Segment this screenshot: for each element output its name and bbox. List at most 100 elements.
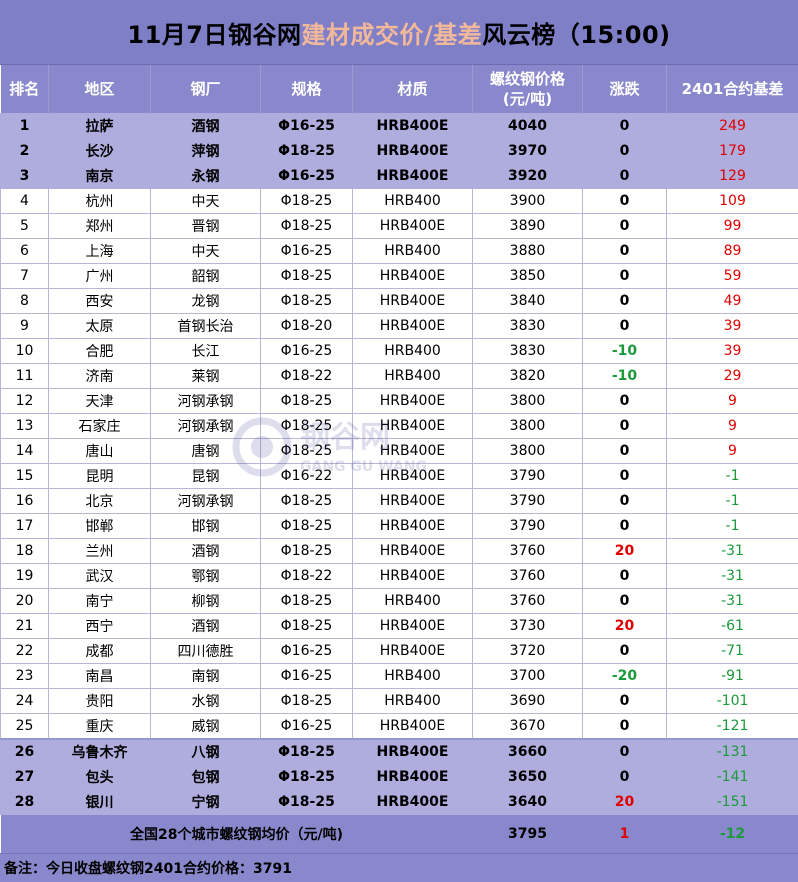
cell-spec: Φ18-25	[261, 689, 353, 714]
header-price: 螺纹钢价格 (元/吨)	[473, 65, 583, 114]
cell-grade: HRB400E	[353, 739, 473, 765]
cell-basis: 9	[667, 389, 798, 414]
title-highlight: 建材成交价/基差	[301, 15, 482, 50]
cell-price: 3800	[473, 439, 583, 464]
cell-region: 南宁	[49, 589, 151, 614]
cell-spec: Φ18-25	[261, 614, 353, 639]
cell-region: 天津	[49, 389, 151, 414]
cell-grade: HRB400E	[353, 264, 473, 289]
cell-mill: 宁钢	[151, 790, 261, 815]
cell-basis: 59	[667, 264, 798, 289]
cell-change: 0	[583, 689, 667, 714]
cell-spec: Φ18-25	[261, 264, 353, 289]
cell-basis: 109	[667, 189, 798, 214]
table-row: 14唐山唐钢Φ18-25HRB400E380009	[1, 439, 798, 464]
cell-basis: 129	[667, 164, 798, 189]
cell-mill: 八钢	[151, 739, 261, 765]
cell-basis: 9	[667, 439, 798, 464]
cell-region: 邯郸	[49, 514, 151, 539]
cell-region: 石家庄	[49, 414, 151, 439]
cell-grade: HRB400E	[353, 389, 473, 414]
cell-region: 太原	[49, 314, 151, 339]
ranking-page: 11月7日钢谷网建材成交价/基差风云榜（15:00) 排名 地区 钢厂 规格 材…	[0, 0, 798, 881]
cell-spec: Φ18-22	[261, 564, 353, 589]
cell-change: 0	[583, 639, 667, 664]
cell-basis: 179	[667, 139, 798, 164]
table-row: 8西安龙钢Φ18-25HRB400E3840049	[1, 289, 798, 314]
table-row: 7广州韶钢Φ18-25HRB400E3850059	[1, 264, 798, 289]
cell-region: 银川	[49, 790, 151, 815]
table-row: 23南昌南钢Φ16-25HRB4003700-20-91	[1, 664, 798, 689]
cell-price: 3830	[473, 314, 583, 339]
cell-mill: 四川德胜	[151, 639, 261, 664]
cell-price: 3920	[473, 164, 583, 189]
cell-grade: HRB400E	[353, 314, 473, 339]
cell-rank: 28	[1, 790, 49, 815]
cell-spec: Φ18-25	[261, 289, 353, 314]
cell-region: 长沙	[49, 139, 151, 164]
table-row: 5郑州晋钢Φ18-25HRB400E3890099	[1, 214, 798, 239]
cell-rank: 12	[1, 389, 49, 414]
cell-rank: 24	[1, 689, 49, 714]
cell-change: 0	[583, 414, 667, 439]
cell-change: 0	[583, 114, 667, 139]
cell-basis: -121	[667, 714, 798, 740]
cell-grade: HRB400	[353, 664, 473, 689]
table-row: 2长沙萍钢Φ18-25HRB400E39700179	[1, 139, 798, 164]
cell-mill: 鄂钢	[151, 564, 261, 589]
table-row: 13石家庄河钢承钢Φ18-25HRB400E380009	[1, 414, 798, 439]
cell-region: 北京	[49, 489, 151, 514]
cell-rank: 7	[1, 264, 49, 289]
cell-region: 拉萨	[49, 114, 151, 139]
cell-price: 3760	[473, 589, 583, 614]
header-spec: 规格	[261, 65, 353, 114]
cell-price: 3690	[473, 689, 583, 714]
cell-change: 0	[583, 139, 667, 164]
cell-grade: HRB400E	[353, 714, 473, 740]
cell-spec: Φ18-20	[261, 314, 353, 339]
cell-mill: 唐钢	[151, 439, 261, 464]
cell-region: 南昌	[49, 664, 151, 689]
cell-change: -10	[583, 339, 667, 364]
cell-rank: 1	[1, 114, 49, 139]
cell-rank: 11	[1, 364, 49, 389]
cell-region: 兰州	[49, 539, 151, 564]
cell-change: 0	[583, 389, 667, 414]
table-body: 1拉萨酒钢Φ16-25HRB400E404002492长沙萍钢Φ18-25HRB…	[1, 114, 798, 815]
cell-spec: Φ16-25	[261, 164, 353, 189]
cell-mill: 莱钢	[151, 364, 261, 389]
cell-rank: 5	[1, 214, 49, 239]
cell-change: 0	[583, 514, 667, 539]
cell-basis: 9	[667, 414, 798, 439]
cell-change: 0	[583, 264, 667, 289]
cell-rank: 25	[1, 714, 49, 740]
cell-mill: 中天	[151, 189, 261, 214]
cell-change: 0	[583, 739, 667, 765]
cell-basis: -31	[667, 539, 798, 564]
cell-mill: 柳钢	[151, 589, 261, 614]
cell-rank: 23	[1, 664, 49, 689]
cell-region: 广州	[49, 264, 151, 289]
cell-basis: -71	[667, 639, 798, 664]
cell-change: 0	[583, 289, 667, 314]
cell-mill: 永钢	[151, 164, 261, 189]
cell-spec: Φ16-25	[261, 114, 353, 139]
cell-change: 0	[583, 239, 667, 264]
cell-region: 包头	[49, 765, 151, 790]
cell-price: 3830	[473, 339, 583, 364]
cell-basis: -151	[667, 790, 798, 815]
cell-grade: HRB400	[353, 364, 473, 389]
cell-spec: Φ16-25	[261, 639, 353, 664]
cell-basis: -91	[667, 664, 798, 689]
cell-basis: -1	[667, 464, 798, 489]
table-row: 18兰州酒钢Φ18-25HRB400E376020-31	[1, 539, 798, 564]
cell-rank: 3	[1, 164, 49, 189]
cell-spec: Φ18-25	[261, 539, 353, 564]
cell-spec: Φ16-25	[261, 664, 353, 689]
cell-spec: Φ18-22	[261, 364, 353, 389]
table-row: 20南宁柳钢Φ18-25HRB40037600-31	[1, 589, 798, 614]
cell-price: 3800	[473, 389, 583, 414]
cell-grade: HRB400E	[353, 765, 473, 790]
cell-change: 0	[583, 439, 667, 464]
cell-change: 20	[583, 790, 667, 815]
